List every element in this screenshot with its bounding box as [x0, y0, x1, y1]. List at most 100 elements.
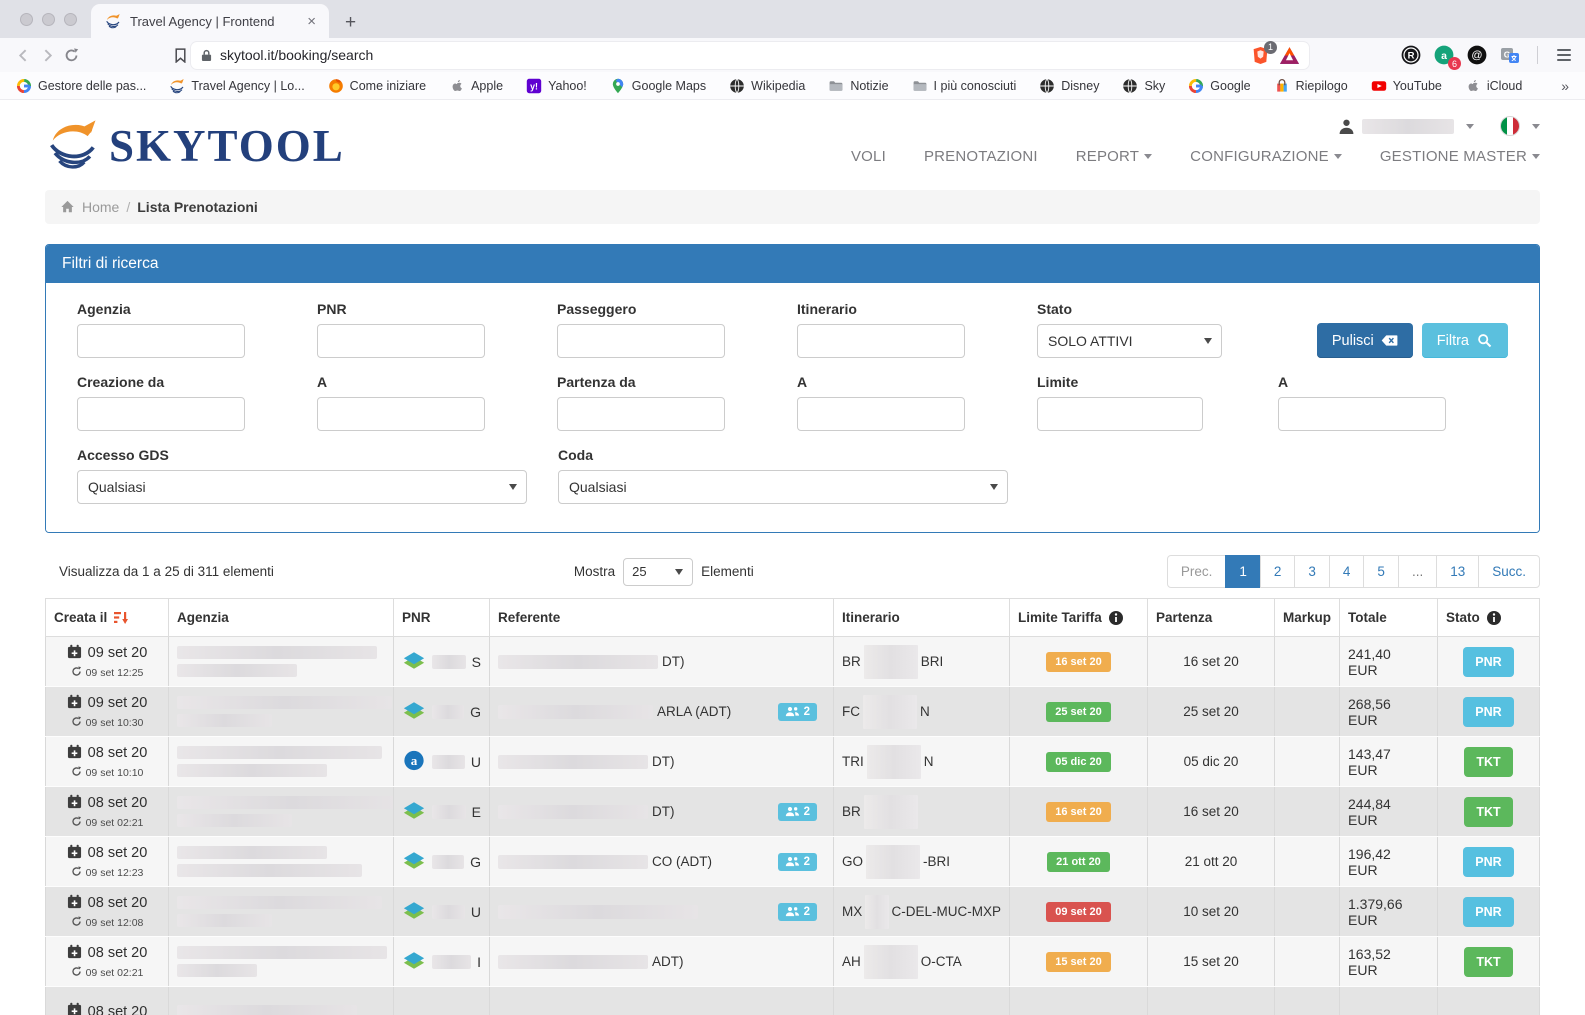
- bookmark-item[interactable]: Gestore delle pas...: [16, 78, 146, 94]
- booking-row[interactable]: 08 set 2009 set 12:23GCO (ADT)2GO-BRI21 …: [45, 837, 1540, 887]
- status-badge[interactable]: PNR: [1463, 697, 1513, 727]
- bookmark-item[interactable]: Wikipedia: [729, 78, 805, 94]
- bookmark-item[interactable]: Google Maps: [610, 78, 706, 94]
- bookmarks-overflow-icon[interactable]: »: [1561, 78, 1569, 94]
- user-menu[interactable]: [1338, 118, 1474, 135]
- google-translate-icon[interactable]: G: [1500, 45, 1520, 65]
- reload-icon[interactable]: [60, 43, 84, 67]
- breadcrumb-home-link[interactable]: Home: [82, 199, 119, 215]
- booking-row[interactable]: 08 set 2009 set 02:21EDT)2BR16 set 2016 …: [45, 787, 1540, 837]
- info-icon[interactable]: [1487, 611, 1501, 625]
- bookmark-item[interactable]: Google: [1188, 78, 1250, 94]
- pulisci-button[interactable]: Pulisci: [1317, 323, 1413, 358]
- pagination-next[interactable]: Succ.: [1478, 555, 1540, 588]
- bookmark-item[interactable]: y!Yahoo!: [526, 78, 587, 94]
- bookmark-item[interactable]: Disney: [1039, 78, 1099, 94]
- limite-a-input[interactable]: [1278, 397, 1446, 431]
- bookmark-item[interactable]: Sky: [1122, 78, 1165, 94]
- pagination-page[interactable]: 3: [1294, 555, 1330, 588]
- back-icon[interactable]: [12, 43, 36, 67]
- nav-item-gestione-master[interactable]: GESTIONE MASTER: [1380, 148, 1540, 165]
- column-header-stato[interactable]: Stato: [1437, 599, 1540, 636]
- pagination-page[interactable]: 2: [1260, 555, 1296, 588]
- bookmark-item[interactable]: Apple: [449, 78, 503, 94]
- booking-row[interactable]: 08 set 20: [45, 987, 1540, 1015]
- column-header-limite-tariffa[interactable]: Limite Tariffa: [1009, 599, 1147, 636]
- booking-row[interactable]: 08 set 2009 set 12:08U2MXC-DEL-MUC-MXP09…: [45, 887, 1540, 937]
- nav-item-configurazione[interactable]: CONFIGURAZIONE: [1190, 148, 1342, 165]
- booking-row[interactable]: 08 set 2009 set 02:21IADT)AHO-CTA15 set …: [45, 937, 1540, 987]
- stato-select[interactable]: SOLO ATTIVI: [1037, 324, 1222, 358]
- bookmark-item[interactable]: Riepilogo: [1274, 78, 1348, 94]
- pagination-page[interactable]: 13: [1436, 555, 1479, 588]
- column-header-referente[interactable]: Referente: [489, 599, 833, 636]
- coda-select[interactable]: Qualsiasi: [558, 470, 1008, 504]
- passeggero-input[interactable]: [557, 324, 725, 358]
- bookmark-item[interactable]: Come iniziare: [328, 78, 426, 94]
- brave-shield-icon[interactable]: 1: [1251, 46, 1270, 65]
- column-header-totale[interactable]: Totale: [1339, 599, 1437, 636]
- window-controls: [0, 13, 91, 38]
- bookmark-item[interactable]: YouTube: [1371, 78, 1442, 94]
- nav-item-prenotazioni[interactable]: PRENOTAZIONI: [924, 148, 1038, 165]
- pagination-page[interactable]: ...: [1398, 555, 1437, 588]
- creazione-da-input[interactable]: [77, 397, 245, 431]
- forward-icon[interactable]: [36, 43, 60, 67]
- column-header-creata-il[interactable]: Creata il: [45, 599, 168, 636]
- minimize-window-button[interactable]: [42, 13, 55, 26]
- close-window-button[interactable]: [20, 13, 33, 26]
- passengers-badge: 2: [778, 803, 817, 821]
- page-size-select[interactable]: 25: [623, 558, 693, 586]
- status-badge[interactable]: TKT: [1464, 747, 1512, 777]
- column-header-pnr[interactable]: PNR: [393, 599, 489, 636]
- skytool-logo[interactable]: SKYTOOL: [45, 114, 345, 178]
- close-tab-icon[interactable]: ×: [304, 14, 319, 29]
- booking-row[interactable]: 09 set 2009 set 12:25SDT)BRBRI16 set 201…: [45, 637, 1540, 687]
- limite-da-input[interactable]: [1037, 397, 1203, 431]
- menu-icon[interactable]: [1555, 47, 1573, 63]
- info-icon[interactable]: [1109, 611, 1123, 625]
- sort-desc-icon[interactable]: [114, 611, 129, 625]
- status-badge[interactable]: PNR: [1463, 897, 1513, 927]
- column-header-markup[interactable]: Markup: [1274, 599, 1339, 636]
- language-menu[interactable]: [1500, 116, 1540, 136]
- translate-extension-icon[interactable]: a 6: [1434, 45, 1454, 65]
- status-badge[interactable]: TKT: [1464, 947, 1512, 977]
- bookmark-item[interactable]: Travel Agency | Lo...: [169, 78, 304, 94]
- itinerario-input[interactable]: [797, 324, 965, 358]
- pagination-page[interactable]: 5: [1363, 555, 1399, 588]
- partenza-da-input[interactable]: [557, 397, 725, 431]
- at-extension-icon[interactable]: @: [1467, 45, 1487, 65]
- column-header-partenza[interactable]: Partenza: [1147, 599, 1274, 636]
- browser-tab[interactable]: Travel Agency | Frontend ×: [91, 4, 329, 38]
- column-header-agenzia[interactable]: Agenzia: [168, 599, 393, 636]
- pnr-cell: U: [393, 887, 489, 936]
- extension-r-icon[interactable]: R: [1401, 45, 1421, 65]
- agenzia-input[interactable]: [77, 324, 245, 358]
- status-badge[interactable]: PNR: [1463, 647, 1513, 677]
- pagination-page[interactable]: 4: [1329, 555, 1365, 588]
- bookmark-item[interactable]: Notizie: [828, 78, 888, 94]
- address-bar[interactable]: skytool.it/booking/search 1: [191, 42, 1309, 69]
- zoom-window-button[interactable]: [64, 13, 77, 26]
- nav-item-report[interactable]: REPORT: [1076, 148, 1152, 165]
- bookmark-item[interactable]: iCloud: [1465, 78, 1522, 94]
- creazione-a-input[interactable]: [317, 397, 485, 431]
- gds-select[interactable]: Qualsiasi: [77, 470, 527, 504]
- firefox-icon: [328, 78, 344, 94]
- booking-row[interactable]: 08 set 2009 set 10:10aUDT)TRIN05 dic 200…: [45, 737, 1540, 787]
- status-badge[interactable]: TKT: [1464, 797, 1512, 827]
- filtra-button[interactable]: Filtra: [1422, 323, 1508, 358]
- status-badge[interactable]: PNR: [1463, 847, 1513, 877]
- booking-row[interactable]: 09 set 2009 set 10:30GARLA (ADT)2FCN25 s…: [45, 687, 1540, 737]
- new-tab-button[interactable]: +: [345, 13, 356, 32]
- partenza-a-input[interactable]: [797, 397, 965, 431]
- pagination-prev[interactable]: Prec.: [1167, 555, 1227, 588]
- nav-item-voli[interactable]: VOLI: [851, 148, 886, 165]
- pnr-input[interactable]: [317, 324, 485, 358]
- bat-rewards-icon[interactable]: [1280, 46, 1299, 65]
- column-header-itinerario[interactable]: Itinerario: [833, 599, 1009, 636]
- bookmark-item[interactable]: I più conosciuti: [912, 78, 1017, 94]
- pagination-page[interactable]: 1: [1225, 555, 1261, 588]
- bookmark-ribbon-icon[interactable]: [169, 48, 191, 63]
